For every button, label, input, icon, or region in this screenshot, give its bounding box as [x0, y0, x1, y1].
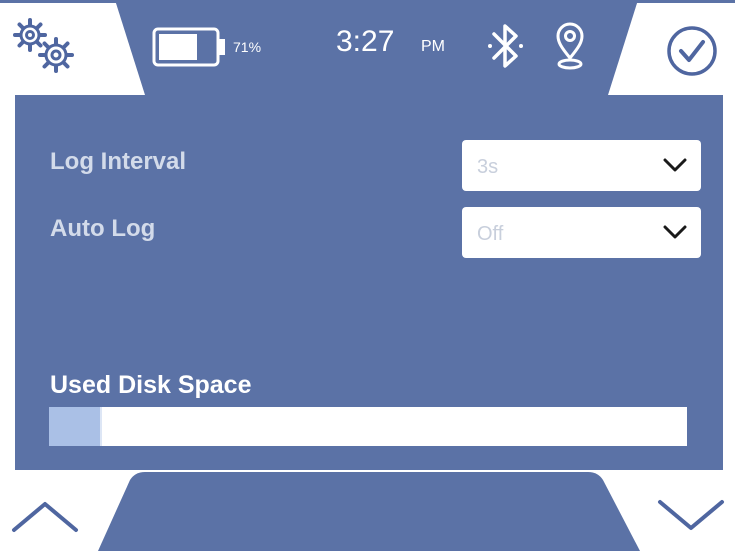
used-disk-space-label: Used Disk Space: [50, 371, 252, 399]
chevron-down-icon: [663, 225, 687, 239]
clock-ampm: PM: [421, 38, 445, 55]
device-screen: 71% 3:27 PM Log Interval 3s Auto Log Off…: [0, 0, 735, 551]
log-interval-dropdown[interactable]: 3s: [462, 140, 701, 191]
disk-usage-bar: [49, 407, 687, 446]
location-pin-icon: [553, 20, 587, 74]
footer-tab: [98, 472, 640, 551]
settings-panel: Log Interval 3s Auto Log Off Used Disk S…: [15, 95, 723, 470]
confirm-check-icon[interactable]: [665, 24, 719, 78]
log-interval-label: Log Interval: [50, 148, 187, 175]
scroll-up-button[interactable]: [10, 490, 80, 540]
bluetooth-icon: [486, 20, 526, 72]
chevron-up-icon: [12, 502, 78, 532]
chevron-down-icon: [663, 158, 687, 172]
battery-level-fill: [159, 34, 197, 60]
battery-icon: [152, 26, 230, 68]
disk-usage-fill: [49, 407, 100, 446]
log-interval-value: 3s: [477, 156, 499, 178]
clock-time: 3:27: [336, 25, 395, 58]
chevron-down-icon: [658, 500, 724, 530]
auto-log-label: Auto Log: [50, 215, 156, 242]
auto-log-value: Off: [477, 223, 504, 245]
battery-percent: 71%: [233, 39, 262, 55]
auto-log-dropdown[interactable]: Off: [462, 207, 701, 258]
settings-gears-icon[interactable]: [10, 15, 78, 77]
scroll-down-button[interactable]: [656, 490, 726, 540]
disk-usage-fill-edge: [100, 407, 102, 446]
